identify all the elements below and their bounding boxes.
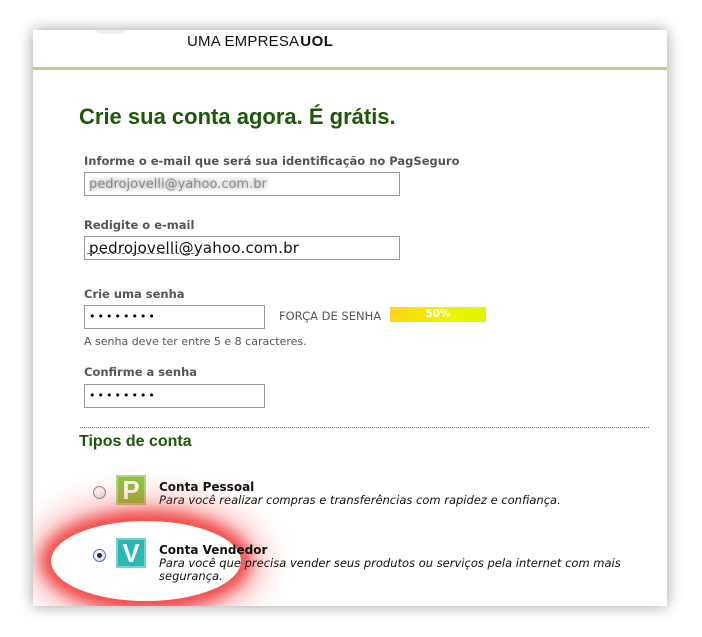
radio-conta-pessoal[interactable] [93,486,106,499]
radio-conta-vendedor[interactable] [93,549,106,562]
password-input[interactable]: •••••••• [84,305,265,329]
password-label: Crie uma senha [84,287,185,301]
password-hint: A senha deve ter entre 5 e 8 caracteres. [84,335,307,348]
spellcheck-underline [87,253,199,254]
account-option-name: Conta Pessoal [159,480,255,494]
page-header: UMA EMPRESAUOL [33,30,667,70]
brand-logo-text: UOL [300,33,334,50]
email-label: Informe o e-mail que será sua identifica… [84,154,460,168]
brand-tagline: UMA EMPRESAUOL [187,33,333,50]
page-title: Crie sua conta agora. É grátis. [79,104,396,129]
password-confirm-label: Confirme a senha [84,365,198,379]
email-confirm-label: Redigite o e-mail [84,218,195,232]
password-confirm-input[interactable]: •••••••• [84,384,265,408]
password-masked-value: •••••••• [89,310,157,323]
email-confirm-input[interactable] [84,236,400,260]
password-confirm-masked-value: •••••••• [89,389,157,402]
brand-prefix: UMA EMPRESA [187,33,300,50]
screenshot-stage: UMA EMPRESAUOL Crie sua conta agora. É g… [0,0,702,637]
password-strength-label: FORÇA DE SENHA [279,309,382,323]
seller-account-icon: V [116,538,146,568]
password-strength-meter: 50% [390,307,486,322]
account-option-description: Para você que precisa vender seus produt… [159,556,621,583]
account-option-description: Para você realizar compras e transferênc… [159,493,561,507]
password-strength-value: 50% [425,308,451,320]
signup-panel: UMA EMPRESAUOL Crie sua conta agora. É g… [33,30,667,606]
account-types-title: Tipos de conta [79,433,192,450]
email-input[interactable] [84,172,400,196]
header-decoration [91,30,131,34]
section-divider [80,427,649,428]
personal-account-icon: P [116,475,146,505]
account-option-name: Conta Vendedor [159,543,268,557]
